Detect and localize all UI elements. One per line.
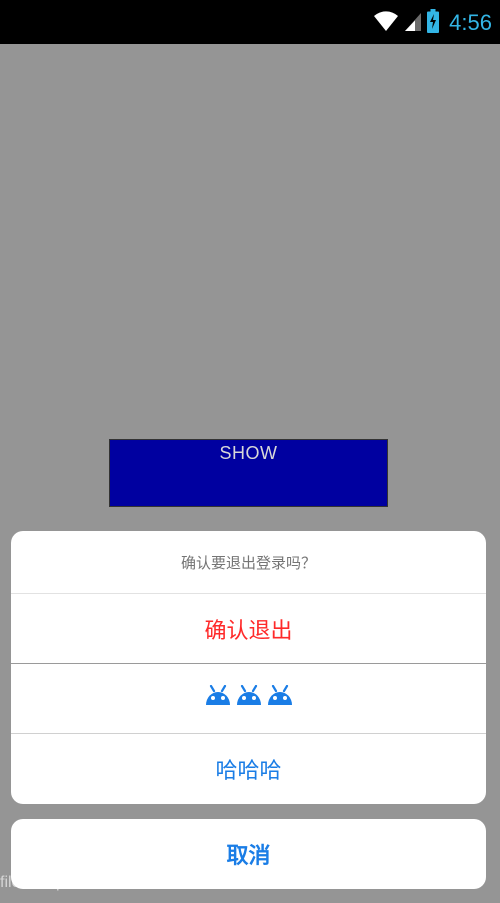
android-icon	[235, 684, 263, 713]
battery-charging-icon	[427, 9, 440, 37]
show-button[interactable]: SHOW	[109, 439, 388, 507]
android-icons-option[interactable]	[11, 664, 486, 734]
watermark-text: files for personal use	[0, 874, 148, 891]
action-sheet-title: 确认要退出登录吗？	[11, 531, 486, 594]
action-sheet: 确认要退出登录吗？ 确认退出 哈哈哈	[11, 531, 486, 804]
android-icon	[204, 684, 232, 713]
android-icon	[266, 684, 294, 713]
haha-option[interactable]: 哈哈哈	[11, 734, 486, 804]
confirm-logout-option[interactable]: 确认退出	[11, 594, 486, 664]
status-clock: 4:56	[449, 10, 492, 35]
cell-signal-icon	[405, 11, 422, 35]
wifi-icon	[373, 10, 399, 36]
status-bar: 4:56	[0, 0, 500, 44]
status-icons: 4:56	[373, 9, 492, 37]
